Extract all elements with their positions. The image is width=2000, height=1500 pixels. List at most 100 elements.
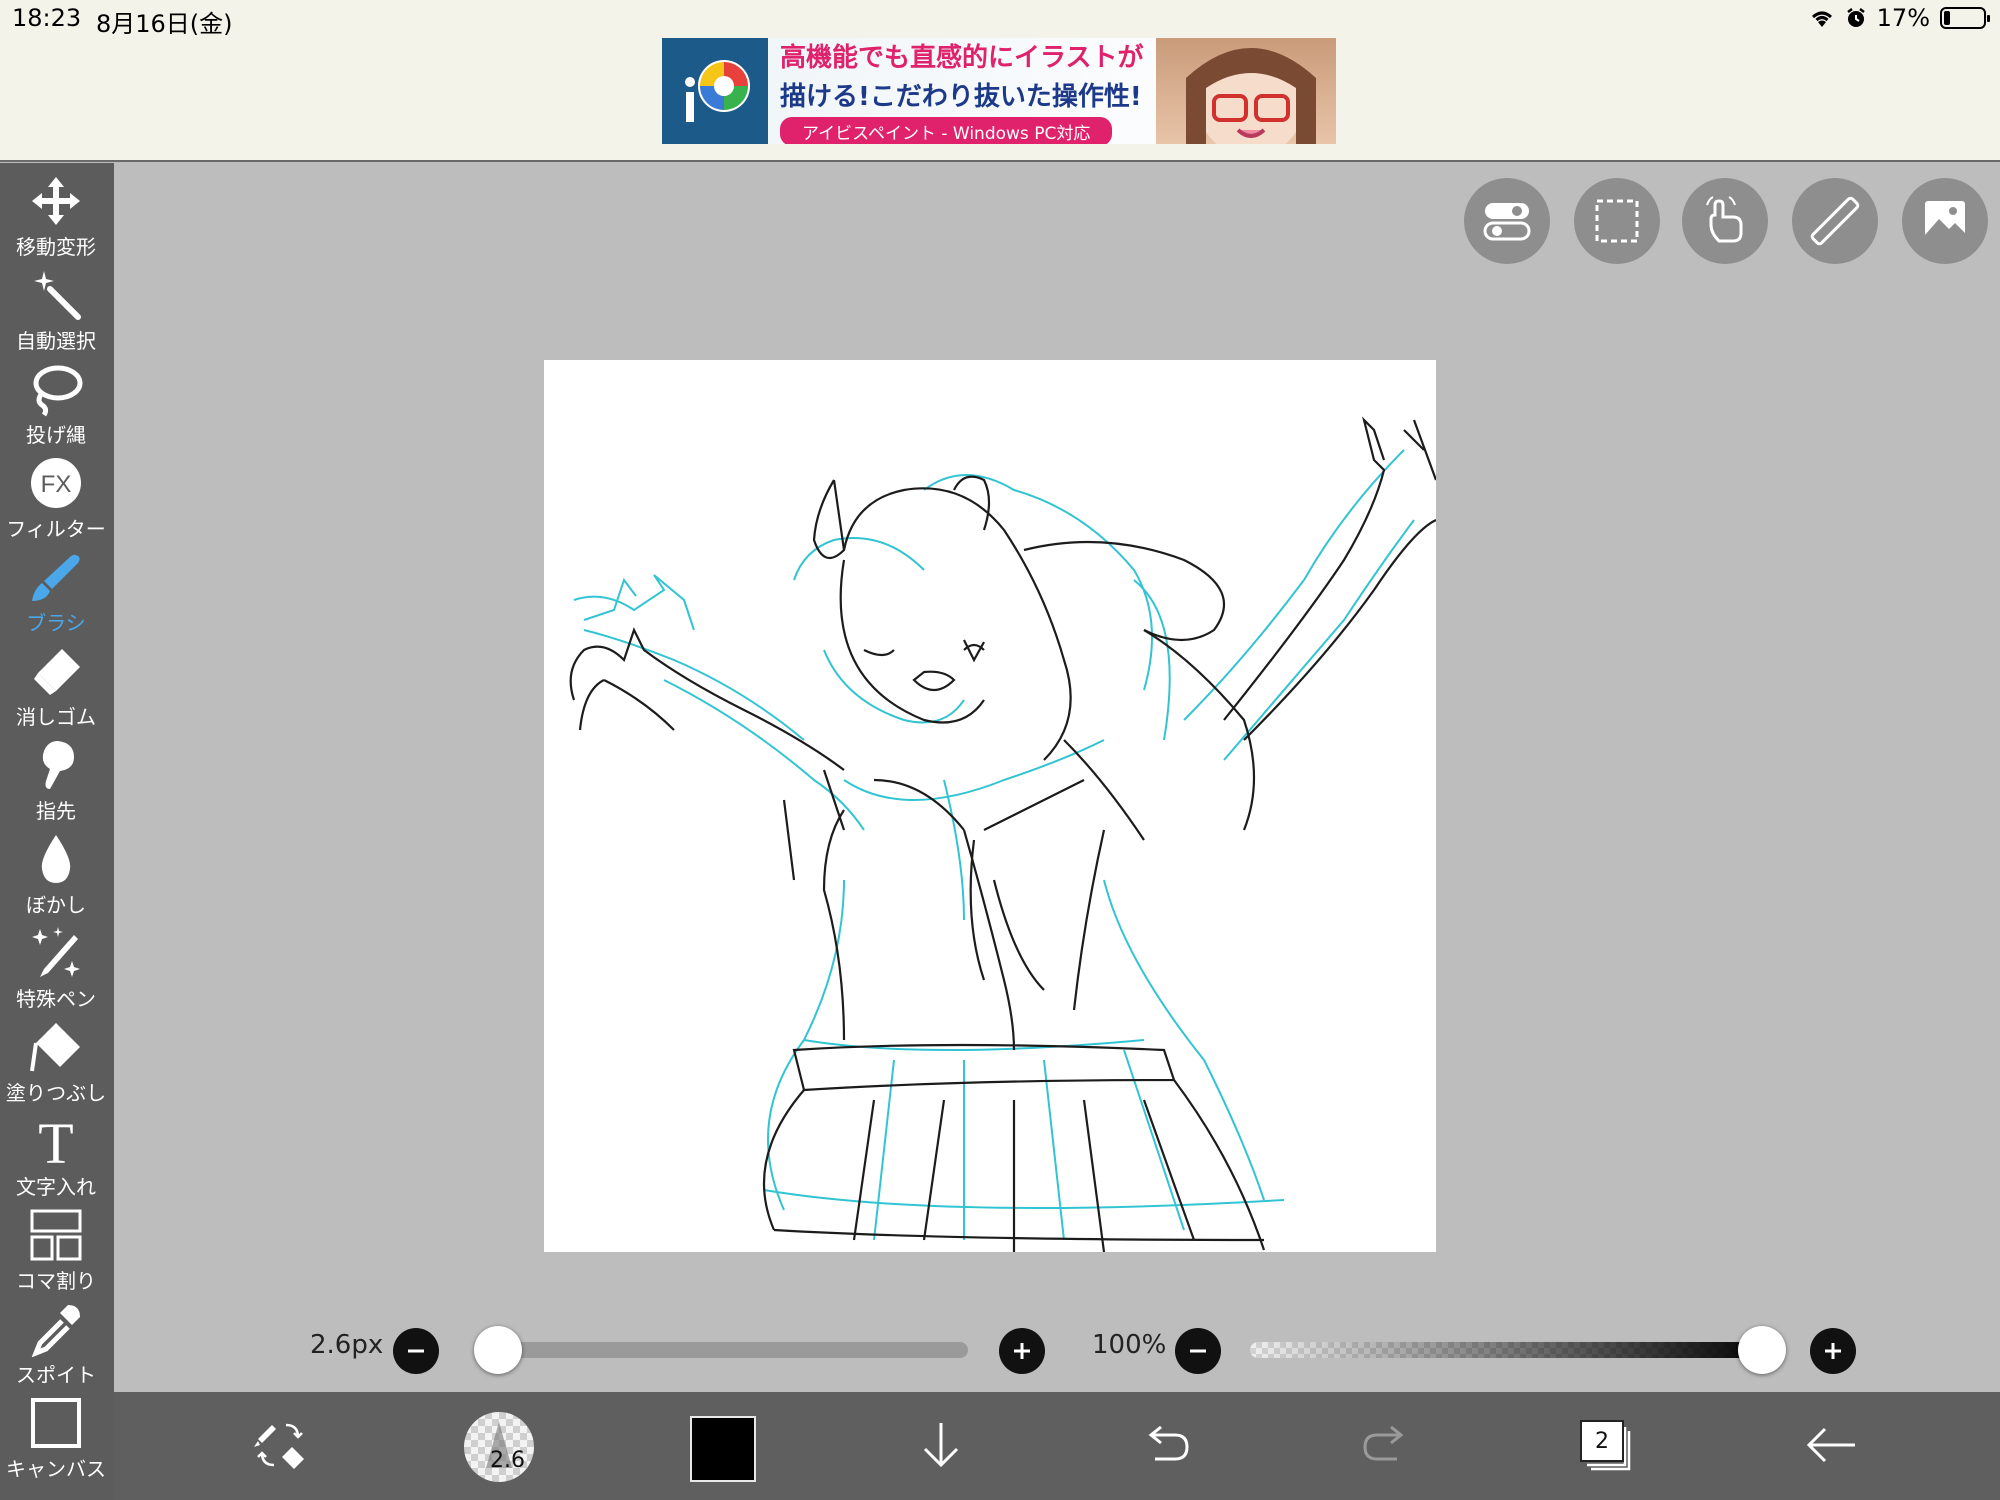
ad-line1: 高機能でも直感的にイラストが <box>780 42 1144 73</box>
ruler-icon <box>1810 196 1860 246</box>
undo-icon <box>1148 1425 1189 1461</box>
redo-icon <box>1363 1425 1404 1461</box>
tool-label: 指先 <box>36 799 76 823</box>
opacity-decrease-button[interactable] <box>1175 1328 1221 1374</box>
tool-brush[interactable]: ブラシ <box>0 549 112 641</box>
sketch-artwork <box>569 416 1438 1253</box>
back-button[interactable] <box>1796 1410 1866 1480</box>
opacity-slider-knob[interactable] <box>1738 1326 1786 1374</box>
tool-frame-divider[interactable]: コマ割り <box>0 1207 112 1299</box>
tool-move-transform[interactable]: 移動変形 <box>0 173 112 265</box>
dashed-selection-icon <box>1595 199 1639 243</box>
undo-button[interactable] <box>1130 1410 1200 1480</box>
plus-icon <box>1014 1343 1030 1359</box>
ad-badge: アイビスペイント - Windows PC対応 <box>780 116 1113 144</box>
brush-eraser-swap-icon <box>254 1423 304 1469</box>
filter-fx-icon: FX <box>31 458 81 508</box>
brush-preview-size: 2.6 <box>490 1448 525 1473</box>
svg-text:T: T <box>38 1113 73 1169</box>
drawing-canvas[interactable] <box>544 360 1438 1253</box>
tool-label: コマ割り <box>16 1269 96 1293</box>
hand-touch-icon <box>1706 196 1743 243</box>
brush-size-increase-button[interactable] <box>999 1328 1045 1374</box>
text-icon: T <box>38 1113 73 1169</box>
tool-blur[interactable]: ぼかし <box>0 831 112 923</box>
layer-count-badge: 2 <box>1580 1420 1624 1462</box>
status-date: 8月16日(金) <box>96 10 233 38</box>
tool-label: フィルター <box>6 517 106 541</box>
tool-label: キャンバス <box>6 1457 106 1481</box>
tool-label: 移動変形 <box>16 235 96 259</box>
blur-drop-icon <box>41 835 71 883</box>
canvas-icon <box>31 1398 81 1448</box>
tool-smudge[interactable]: 指先 <box>0 737 112 829</box>
status-and-ad-area: 18:23 8月16日(金) 17% 高機能でも直感的にイラストが 描ける!こだ… <box>0 0 2000 162</box>
tool-label: 投げ縄 <box>26 423 86 447</box>
tool-filter[interactable]: FX フィルター <box>0 455 112 547</box>
reference-image-button[interactable] <box>1902 178 1988 264</box>
tool-label: ブラシ <box>26 611 86 635</box>
move-icon <box>32 177 80 225</box>
eraser-icon <box>34 649 80 695</box>
tool-label: 塗りつぶし <box>5 1081 107 1105</box>
magic-wand-icon <box>34 271 81 320</box>
ibispaint-logo <box>662 38 768 144</box>
redo-button[interactable] <box>1352 1410 1422 1480</box>
brush-icon <box>32 554 80 601</box>
brush-size-value: 2.6px <box>310 1330 384 1360</box>
tool-sidebar: 移動変形 自動選択 投げ縄 FX フィルター ブラシ 消しゴム 指先 ぼかし 特… <box>0 163 114 1500</box>
opacity-slider[interactable] <box>1250 1342 1770 1358</box>
tool-eyedropper[interactable]: スポイト <box>0 1301 112 1393</box>
special-pen-icon <box>32 927 80 977</box>
tool-fill[interactable]: 塗りつぶし <box>0 1019 112 1111</box>
eyedropper-icon <box>31 1305 80 1357</box>
ruler-button[interactable] <box>1792 178 1878 264</box>
image-icon <box>1925 201 1965 241</box>
frame-divider-icon <box>30 1209 82 1261</box>
svg-text:FX: FX <box>41 471 72 498</box>
battery-icon <box>1940 7 1990 29</box>
bottom-toolbar <box>114 1392 2000 1500</box>
status-indicators: 17% <box>1809 4 1990 32</box>
minus-icon <box>408 1349 424 1353</box>
tool-eraser[interactable]: 消しゴム <box>0 643 112 735</box>
touch-gesture-button[interactable] <box>1682 178 1768 264</box>
layer-merge-down-button[interactable] <box>906 1410 976 1480</box>
ad-text: 高機能でも直感的にイラストが 描ける!こだわり抜いた操作性! アイビスペイント … <box>768 38 1156 144</box>
tool-canvas[interactable]: キャンバス <box>0 1395 112 1487</box>
smudge-finger-icon <box>42 741 74 789</box>
tool-label: 消しゴム <box>16 705 96 729</box>
minus-icon <box>1190 1349 1206 1353</box>
tool-special-pen[interactable]: 特殊ペン <box>0 925 112 1017</box>
tool-auto-select[interactable]: 自動選択 <box>0 267 112 359</box>
tool-label: ぼかし <box>26 893 86 917</box>
fill-bucket-icon <box>30 1023 80 1072</box>
alarm-icon <box>1846 8 1865 27</box>
opacity-value: 100% <box>1092 1330 1167 1360</box>
tool-lasso[interactable]: 投げ縄 <box>0 361 112 453</box>
ad-banner[interactable]: 高機能でも直感的にイラストが 描ける!こだわり抜いた操作性! アイビスペイント … <box>662 38 1336 144</box>
brush-size-slider[interactable] <box>490 1342 968 1358</box>
ad-character-art <box>1156 38 1336 144</box>
settings-toggle-button[interactable] <box>1464 178 1550 264</box>
brush-size-slider-knob[interactable] <box>474 1326 522 1374</box>
color-swatch-button[interactable] <box>690 1416 756 1482</box>
arrow-down-icon <box>923 1423 959 1468</box>
tool-label: スポイト <box>16 1363 96 1387</box>
opacity-increase-button[interactable] <box>1810 1328 1856 1374</box>
toggle-switch-icon <box>1483 203 1531 241</box>
wifi-icon <box>1811 11 1832 27</box>
tool-label: 文字入れ <box>16 1175 96 1199</box>
brush-size-decrease-button[interactable] <box>393 1328 439 1374</box>
arrow-left-icon <box>1806 1427 1855 1463</box>
status-time: 18:23 <box>12 4 82 32</box>
tool-label: 特殊ペン <box>16 987 96 1011</box>
battery-percent: 17% <box>1876 4 1930 32</box>
swap-tool-button[interactable] <box>245 1410 315 1480</box>
lasso-icon <box>33 365 83 417</box>
brush-selector-button[interactable]: 2.6 <box>464 1412 534 1482</box>
tool-text[interactable]: T 文字入れ <box>0 1113 112 1205</box>
selection-button[interactable] <box>1574 178 1660 264</box>
plus-icon <box>1825 1343 1841 1359</box>
ad-line2: 描ける!こだわり抜いた操作性! <box>780 81 1142 112</box>
